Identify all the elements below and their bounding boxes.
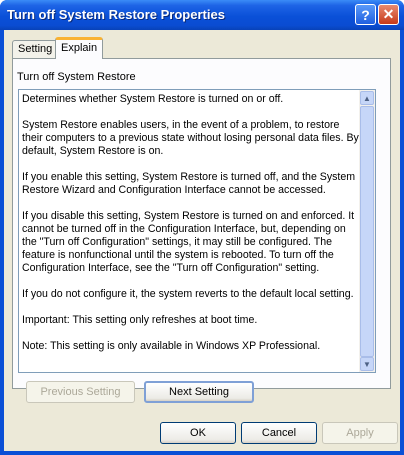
next-setting-button[interactable]: Next Setting	[144, 381, 254, 403]
help-icon: ?	[361, 6, 370, 23]
title-bar[interactable]: Turn off System Restore Properties ? ✕	[0, 0, 404, 30]
explain-text: Determines whether System Restore is tur…	[22, 93, 359, 366]
tab-setting[interactable]: Setting	[12, 40, 59, 58]
tab-explain[interactable]: Explain	[55, 37, 104, 59]
window-title: Turn off System Restore Properties	[7, 7, 225, 22]
explain-textbox[interactable]: Determines whether System Restore is tur…	[18, 89, 376, 373]
scroll-down-button[interactable]: ▼	[360, 357, 374, 371]
paragraph: If you do not configure it, the system r…	[22, 288, 354, 300]
close-button[interactable]: ✕	[378, 4, 399, 25]
panel-title: Turn off System Restore	[17, 71, 136, 83]
close-icon: ✕	[382, 6, 395, 22]
paragraph: Important: This setting only refreshes a…	[22, 314, 258, 326]
apply-button[interactable]: Apply	[322, 422, 398, 444]
paragraph: Determines whether System Restore is tur…	[22, 93, 284, 105]
paragraph: If you disable this setting, System Rest…	[22, 210, 355, 274]
arrow-up-icon: ▲	[363, 93, 371, 103]
vertical-scrollbar[interactable]: ▲ ▼	[359, 90, 375, 372]
scroll-thumb[interactable]	[360, 106, 374, 357]
previous-setting-button[interactable]: Previous Setting	[26, 381, 135, 403]
scroll-up-button[interactable]: ▲	[360, 91, 374, 105]
paragraph: System Restore enables users, in the eve…	[22, 119, 359, 157]
properties-window: Turn off System Restore Properties ? ✕ S…	[0, 0, 404, 455]
cancel-button[interactable]: Cancel	[241, 422, 317, 444]
help-button[interactable]: ?	[355, 4, 376, 25]
arrow-down-icon: ▼	[363, 359, 371, 369]
ok-button[interactable]: OK	[160, 422, 236, 444]
paragraph: Note: This setting is only available in …	[22, 340, 321, 352]
dialog-body: Setting Explain Turn off System Restore …	[4, 30, 400, 451]
paragraph: If you enable this setting, System Resto…	[22, 171, 356, 196]
